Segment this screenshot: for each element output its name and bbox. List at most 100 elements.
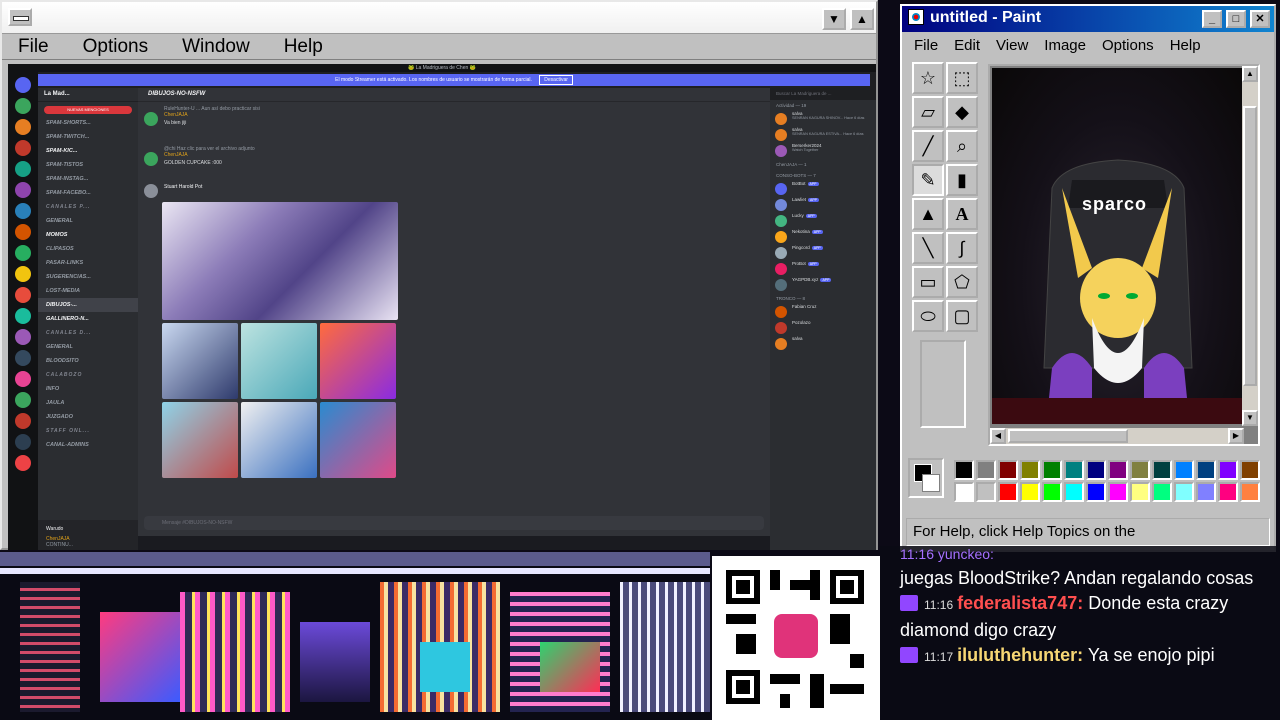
scroll-thumb[interactable] bbox=[1008, 429, 1128, 443]
server-icon[interactable] bbox=[15, 455, 31, 471]
color-swatch[interactable] bbox=[1196, 460, 1216, 480]
voice-user[interactable]: Warudo bbox=[46, 526, 130, 532]
current-colors[interactable] bbox=[908, 458, 944, 498]
server-icon[interactable] bbox=[15, 308, 31, 324]
disable-button[interactable]: Desactivar bbox=[539, 75, 573, 85]
server-icon[interactable] bbox=[15, 434, 31, 450]
scroll-up-icon[interactable]: ▲ bbox=[1242, 66, 1258, 82]
channel-item[interactable]: SPAM-FACEBO... bbox=[38, 186, 138, 200]
member-item[interactable]: Berserker2024 Watch Together bbox=[770, 143, 876, 159]
color-picker-icon[interactable]: ╱ bbox=[912, 130, 944, 162]
pencil-icon[interactable]: ✎ bbox=[912, 164, 944, 196]
eraser-icon[interactable]: ▱ bbox=[912, 96, 944, 128]
channel-item[interactable]: GENERAL bbox=[38, 214, 138, 228]
scroll-right-icon[interactable]: ▶ bbox=[1228, 428, 1244, 444]
menu-window[interactable]: Window bbox=[174, 36, 258, 58]
server-icon[interactable] bbox=[15, 350, 31, 366]
channel-category[interactable]: CANALES P... bbox=[38, 200, 138, 214]
channel-item[interactable]: SPAM-TWITCH... bbox=[38, 130, 138, 144]
fill-bucket-icon[interactable]: ◆ bbox=[946, 96, 978, 128]
image-attachment[interactable] bbox=[241, 402, 317, 478]
scroll-down-icon[interactable]: ▼ bbox=[1242, 410, 1258, 426]
member-item[interactable]: salva bbox=[770, 336, 876, 352]
server-icon[interactable] bbox=[15, 224, 31, 240]
server-icon[interactable] bbox=[15, 371, 31, 387]
color-swatch[interactable] bbox=[998, 482, 1018, 502]
color-swatch[interactable] bbox=[976, 482, 996, 502]
channel-item[interactable]: GALLINERO-N... bbox=[38, 312, 138, 326]
color-swatch[interactable] bbox=[1042, 460, 1062, 480]
scroll-left-icon[interactable]: ◀ bbox=[990, 428, 1006, 444]
search-input[interactable]: Buscar La Madriguera de ... bbox=[770, 88, 876, 100]
menu-help[interactable]: Help bbox=[1162, 37, 1209, 54]
server-icon[interactable] bbox=[15, 413, 31, 429]
color-swatch[interactable] bbox=[1218, 482, 1238, 502]
avatar[interactable] bbox=[144, 112, 158, 126]
brush-icon[interactable]: ▮ bbox=[946, 164, 978, 196]
message-author[interactable]: ChenJAJA bbox=[164, 112, 188, 118]
ellipse-icon[interactable]: ⬭ bbox=[912, 300, 944, 332]
color-swatch[interactable] bbox=[1196, 482, 1216, 502]
channel-item[interactable]: PASAR-LINKS bbox=[38, 256, 138, 270]
server-icon[interactable] bbox=[15, 98, 31, 114]
channel-item[interactable]: CANAL-ADMINS bbox=[38, 438, 138, 452]
message-author[interactable]: Stuart Harold Pot bbox=[164, 184, 202, 190]
server-icon[interactable] bbox=[15, 329, 31, 345]
channel-item[interactable]: SPAM-TISTOS bbox=[38, 158, 138, 172]
menu-help[interactable]: Help bbox=[276, 36, 331, 58]
server-icon[interactable] bbox=[15, 119, 31, 135]
server-icon[interactable] bbox=[15, 203, 31, 219]
server-icon[interactable] bbox=[15, 287, 31, 303]
member-item[interactable]: BotBot APP bbox=[770, 181, 876, 197]
image-attachment[interactable] bbox=[162, 323, 238, 399]
member-item[interactable]: YAGPDB.xyz APP bbox=[770, 277, 876, 293]
channel-item[interactable]: INFO bbox=[38, 382, 138, 396]
color-swatch[interactable] bbox=[1086, 482, 1106, 502]
color-swatch[interactable] bbox=[1174, 482, 1194, 502]
message-input[interactable]: Mensaje #DIBUJOS-NO-NSFW bbox=[144, 516, 764, 530]
menu-options[interactable]: Options bbox=[1094, 37, 1162, 54]
avatar[interactable] bbox=[144, 184, 158, 198]
server-icon[interactable] bbox=[15, 245, 31, 261]
member-item[interactable]: ProBot APP bbox=[770, 261, 876, 277]
channel-category[interactable]: CALABOZO bbox=[38, 368, 138, 382]
tool-options[interactable] bbox=[920, 340, 966, 428]
polygon-icon[interactable]: ⬠ bbox=[946, 266, 978, 298]
image-attachment[interactable] bbox=[320, 402, 396, 478]
color-swatch[interactable] bbox=[1152, 482, 1172, 502]
channel-item[interactable]: SPAM-KIC... bbox=[38, 144, 138, 158]
system-menu-icon[interactable] bbox=[8, 8, 32, 26]
channel-item[interactable]: JAULA bbox=[38, 396, 138, 410]
color-swatch[interactable] bbox=[1152, 460, 1172, 480]
scroll-thumb[interactable] bbox=[1243, 106, 1257, 386]
channel-item[interactable]: GENERAL bbox=[38, 340, 138, 354]
new-mentions-pill[interactable]: NUEVAS MENCIONES bbox=[44, 106, 132, 114]
color-swatch[interactable] bbox=[976, 460, 996, 480]
server-icon[interactable] bbox=[15, 77, 31, 93]
channel-item[interactable]: SPAM-SHORTS... bbox=[38, 116, 138, 130]
menu-view[interactable]: View bbox=[988, 37, 1036, 54]
color-swatch[interactable] bbox=[1130, 482, 1150, 502]
airbrush-icon[interactable]: ▲ bbox=[912, 198, 944, 230]
color-swatch[interactable] bbox=[1064, 460, 1084, 480]
minimize-icon[interactable]: _ bbox=[1202, 10, 1222, 28]
qr-code[interactable] bbox=[712, 556, 880, 720]
member-item[interactable]: Fabian Cruz bbox=[770, 304, 876, 320]
image-attachment[interactable] bbox=[162, 402, 238, 478]
channel-item-active[interactable]: DIBUJOS-... bbox=[38, 298, 138, 312]
member-item[interactable]: Pozolazo bbox=[770, 320, 876, 336]
avatar[interactable] bbox=[144, 152, 158, 166]
menu-edit[interactable]: Edit bbox=[946, 37, 988, 54]
vertical-scrollbar[interactable]: ▲ ▼ bbox=[1242, 66, 1258, 426]
color-swatch[interactable] bbox=[1174, 460, 1194, 480]
color-swatch[interactable] bbox=[1130, 460, 1150, 480]
image-attachment[interactable] bbox=[162, 202, 398, 320]
member-item[interactable]: Lucky APP bbox=[770, 213, 876, 229]
member-item[interactable]: Lawliet APP bbox=[770, 197, 876, 213]
color-swatch[interactable] bbox=[1020, 482, 1040, 502]
member-item[interactable]: salva SENRAN KAGURA SHINOV... Hace 6 día… bbox=[770, 111, 876, 127]
rect-select-icon[interactable]: ⬚ bbox=[946, 62, 978, 94]
server-icon[interactable] bbox=[15, 392, 31, 408]
channel-item[interactable]: SUGERENCIAS... bbox=[38, 270, 138, 284]
paint-app-icon[interactable] bbox=[908, 9, 924, 25]
